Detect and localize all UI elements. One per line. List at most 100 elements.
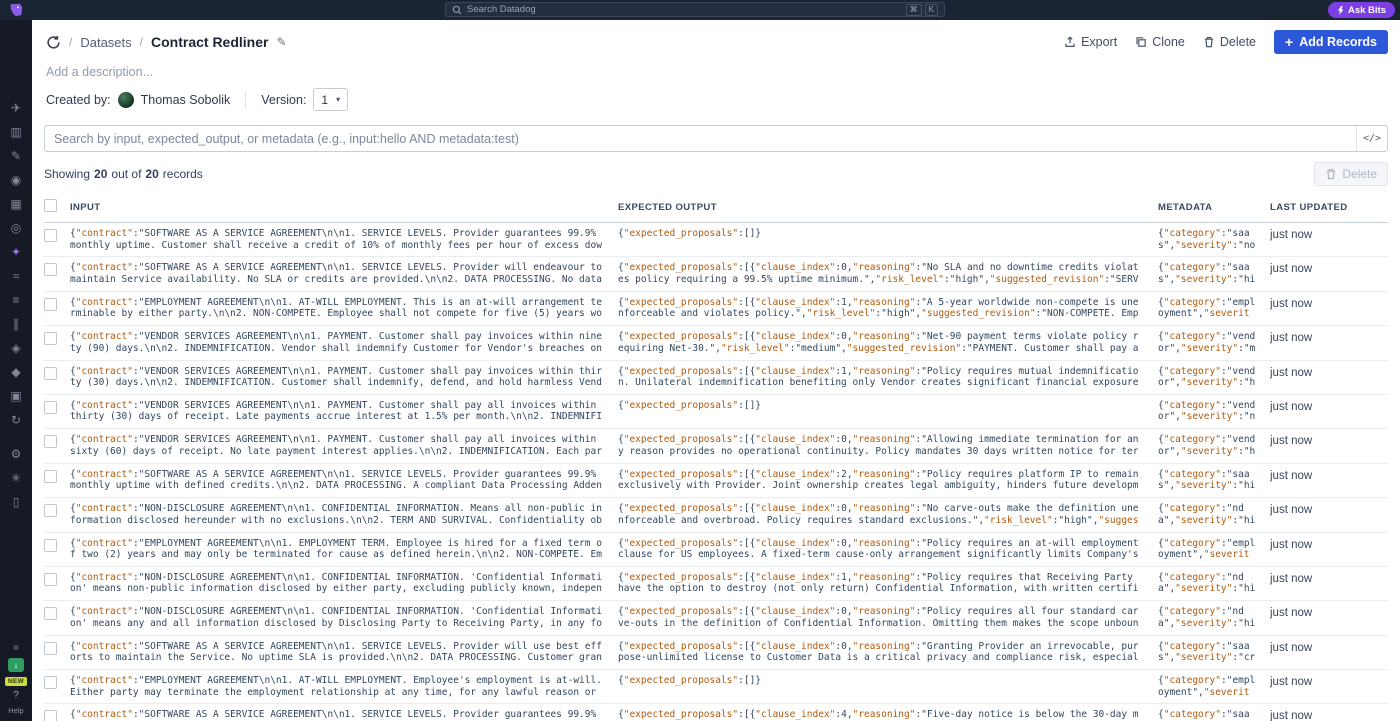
table-row[interactable]: {"contract":"SOFTWARE AS A SERVICE AGREE… — [44, 257, 1388, 291]
table-row[interactable]: {"contract":"VENDOR SERVICES AGREEMENT\n… — [44, 395, 1388, 429]
table-row[interactable]: {"contract":"VENDOR SERVICES AGREEMENT\n… — [44, 429, 1388, 463]
edit-title-icon[interactable]: ✎ — [276, 35, 286, 49]
help-label[interactable]: Help — [8, 706, 23, 715]
security-icon[interactable]: ◆ — [0, 360, 32, 384]
input-cell: {"contract":"VENDOR SERVICES AGREEMENT\n… — [70, 331, 618, 354]
export-button[interactable]: Export — [1064, 35, 1117, 49]
mobile-icon[interactable]: ▯ — [0, 490, 32, 514]
table-row[interactable]: {"contract":"VENDOR SERVICES AGREEMENT\n… — [44, 326, 1388, 360]
row-checkbox[interactable] — [44, 676, 57, 689]
table-row[interactable]: {"contract":"VENDOR SERVICES AGREEMENT\n… — [44, 361, 1388, 395]
metadata-cell: {"category":"vendor","severity":"none"} — [1158, 400, 1270, 423]
watchdog-icon[interactable]: ◉ — [0, 168, 32, 192]
metadata-cell: {"category":"employment","severity":"hig… — [1158, 538, 1270, 561]
column-header-expected-output[interactable]: EXPECTED OUTPUT — [618, 202, 1158, 213]
table-row[interactable]: {"contract":"SOFTWARE AS A SERVICE AGREE… — [44, 223, 1388, 257]
version-select[interactable]: 1 ▾ — [313, 88, 348, 111]
settings-gear-icon[interactable]: ⚙ — [0, 442, 32, 466]
ci-cd-icon[interactable]: ∥ — [0, 312, 32, 336]
synthetics-icon[interactable]: ↻ — [0, 408, 32, 432]
breadcrumb-datasets-link[interactable]: Datasets — [80, 35, 131, 50]
column-header-last-updated[interactable]: LAST UPDATED — [1270, 202, 1388, 213]
apm-icon[interactable]: ◎ — [0, 216, 32, 240]
global-search[interactable]: Search Datadog ⌘ K — [445, 2, 945, 17]
column-header-metadata[interactable]: METADATA — [1158, 202, 1270, 213]
row-checkbox[interactable] — [44, 573, 57, 586]
metadata-cell: {"category":"employment","severity":"hig… — [1158, 297, 1270, 320]
ask-bits-button[interactable]: Ask Bits — [1328, 2, 1395, 18]
dashboards-icon[interactable]: ▥ — [0, 120, 32, 144]
table-row[interactable]: {"contract":"EMPLOYMENT AGREEMENT\n\n1. … — [44, 292, 1388, 326]
llm-observability-icon[interactable]: ✦ — [0, 240, 32, 264]
table-row[interactable]: {"contract":"SOFTWARE AS A SERVICE AGREE… — [44, 704, 1388, 721]
row-checkbox[interactable] — [44, 710, 57, 721]
delete-button[interactable]: Delete — [1203, 35, 1256, 49]
profiling-icon[interactable]: ✳ — [0, 466, 32, 490]
help-icon[interactable]: ? — [13, 691, 19, 701]
row-checkbox[interactable] — [44, 229, 57, 242]
code-editor-toggle-icon[interactable]: </> — [1356, 126, 1387, 151]
service-catalog-icon[interactable]: ▣ — [0, 384, 32, 408]
row-checkbox[interactable] — [44, 332, 57, 345]
shown-count: 20 — [94, 167, 107, 181]
expected-output-cell: {"expected_proposals":[]} — [618, 228, 1158, 251]
clone-button[interactable]: Clone — [1135, 35, 1185, 49]
input-cell: {"contract":"VENDOR SERVICES AGREEMENT\n… — [70, 366, 618, 389]
last-updated-cell: just now — [1270, 366, 1388, 394]
notebooks-icon[interactable]: ✎ — [0, 144, 32, 168]
datadog-logo-icon[interactable] — [7, 2, 23, 18]
row-checkbox[interactable] — [44, 642, 57, 655]
table-row[interactable]: {"contract":"EMPLOYMENT AGREEMENT\n\n1. … — [44, 670, 1388, 704]
row-checkbox[interactable] — [44, 607, 57, 620]
pin-icon[interactable]: ✈ — [0, 96, 32, 120]
table-row[interactable]: {"contract":"NON-DISCLOSURE AGREEMENT\n\… — [44, 567, 1388, 601]
input-cell: {"contract":"SOFTWARE AS A SERVICE AGREE… — [70, 709, 618, 721]
metrics-icon[interactable]: ≈ — [0, 264, 32, 288]
row-checkbox[interactable] — [44, 504, 57, 517]
bolt-icon — [1337, 5, 1344, 16]
logs-icon[interactable]: ≡ — [0, 288, 32, 312]
breadcrumb-separator: / — [69, 35, 72, 49]
description-placeholder[interactable]: Add a description... — [46, 65, 1388, 79]
row-checkbox[interactable] — [44, 298, 57, 311]
table-row[interactable]: {"contract":"SOFTWARE AS A SERVICE AGREE… — [44, 464, 1388, 498]
metadata-cell: {"category":"saas","severity":"high"} — [1158, 469, 1270, 492]
plus-icon: + — [1285, 36, 1293, 48]
input-cell: {"contract":"VENDOR SERVICES AGREEMENT\n… — [70, 400, 618, 423]
last-updated-cell: just now — [1270, 469, 1388, 497]
search-icon — [452, 5, 462, 15]
infrastructure-icon[interactable]: ▦ — [0, 192, 32, 216]
row-checkbox[interactable] — [44, 435, 57, 448]
trash-icon — [1203, 36, 1215, 48]
row-checkbox[interactable] — [44, 470, 57, 483]
input-cell: {"contract":"SOFTWARE AS A SERVICE AGREE… — [70, 228, 618, 251]
table-row[interactable]: {"contract":"EMPLOYMENT AGREEMENT\n\n1. … — [44, 533, 1388, 567]
last-updated-cell: just now — [1270, 331, 1388, 359]
row-checkbox[interactable] — [44, 401, 57, 414]
download-updates-icon[interactable]: ↓ — [8, 658, 24, 672]
global-search-placeholder: Search Datadog — [467, 4, 901, 15]
bulk-delete-button[interactable]: Delete — [1314, 162, 1388, 186]
row-checkbox[interactable] — [44, 539, 57, 552]
expected-output-cell: {"expected_proposals":[{"clause_index":0… — [618, 503, 1158, 526]
select-all-checkbox[interactable] — [44, 199, 57, 212]
column-header-input[interactable]: INPUT — [70, 202, 618, 213]
record-search: </> — [44, 125, 1388, 152]
error-tracking-icon[interactable]: ◈ — [0, 336, 32, 360]
row-checkbox[interactable] — [44, 367, 57, 380]
record-search-input[interactable] — [45, 126, 1356, 151]
last-updated-cell: just now — [1270, 709, 1388, 721]
metadata-cell: {"category":"saas","severity":"none"} — [1158, 228, 1270, 251]
table-row[interactable]: {"contract":"NON-DISCLOSURE AGREEMENT\n\… — [44, 601, 1388, 635]
row-checkbox[interactable] — [44, 263, 57, 276]
table-row[interactable]: {"contract":"SOFTWARE AS A SERVICE AGREE… — [44, 636, 1388, 670]
metadata-cell: {"category":"saas","severity":"high"} — [1158, 262, 1270, 285]
datadog-agent-icon[interactable]: ● — [12, 641, 19, 653]
version-label: Version: — [261, 93, 306, 107]
sidenav: ✈▥✎◉▦◎✦≈≡∥◈◆▣↻⚙✳▯ ● ↓ NEW ? Help — [0, 20, 32, 721]
last-updated-cell: just now — [1270, 572, 1388, 600]
export-icon — [1064, 36, 1076, 48]
input-cell: {"contract":"NON-DISCLOSURE AGREEMENT\n\… — [70, 606, 618, 629]
add-records-button[interactable]: + Add Records — [1274, 30, 1388, 54]
table-row[interactable]: {"contract":"NON-DISCLOSURE AGREEMENT\n\… — [44, 498, 1388, 532]
